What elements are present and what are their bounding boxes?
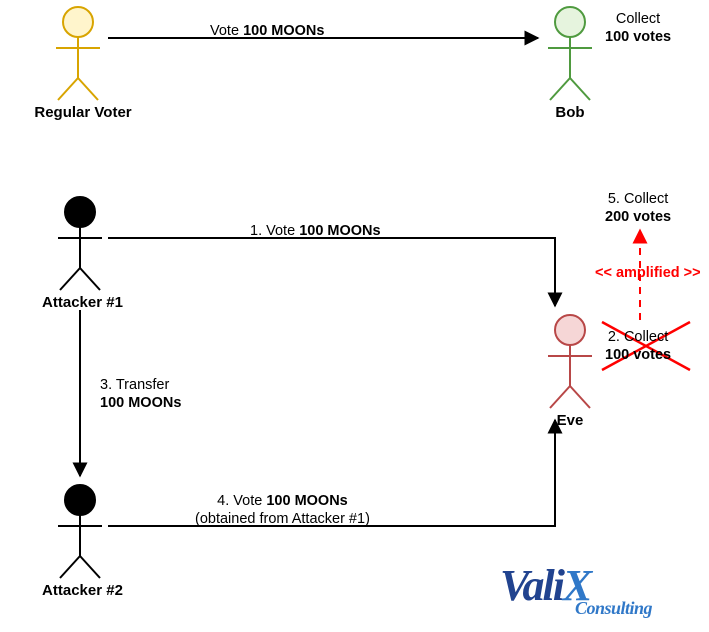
- edge-amplified-label: << amplified >>: [595, 264, 701, 282]
- eve-label: Eve: [545, 412, 595, 429]
- diagram-canvas: Regular Voter Bob Attacker #1 Attacker #…: [0, 0, 709, 632]
- bob-label: Bob: [540, 104, 600, 121]
- eve-icon: [548, 315, 592, 408]
- diagram-svg: [0, 0, 709, 632]
- brand-sub: Consulting: [575, 598, 652, 619]
- edge-vote-a1: [108, 238, 555, 306]
- attacker-2-icon: [58, 485, 102, 578]
- edge-collect-eve-200-label: 5. Collect 200 votes: [605, 190, 671, 226]
- edge-collect-bob-label: Collect 100 votes: [605, 10, 671, 46]
- regular-voter-label: Regular Voter: [28, 104, 138, 121]
- edge-transfer-label: 3. Transfer 100 MOONs: [100, 376, 181, 412]
- edge-vote-a2-label: 4. Vote 100 MOONs (obtained from Attacke…: [195, 492, 370, 528]
- attacker-1-label: Attacker #1: [35, 294, 130, 311]
- edge-collect-eve-100-label: 2. Collect 100 votes: [605, 328, 671, 364]
- edge-vote-a1-label: 1. Vote 100 MOONs: [250, 222, 381, 240]
- bob-icon: [548, 7, 592, 100]
- edge-vote-regular-label: Vote 100 MOONs: [210, 22, 324, 40]
- regular-voter-icon: [56, 7, 100, 100]
- attacker-2-label: Attacker #2: [35, 582, 130, 599]
- attacker-1-icon: [58, 197, 102, 290]
